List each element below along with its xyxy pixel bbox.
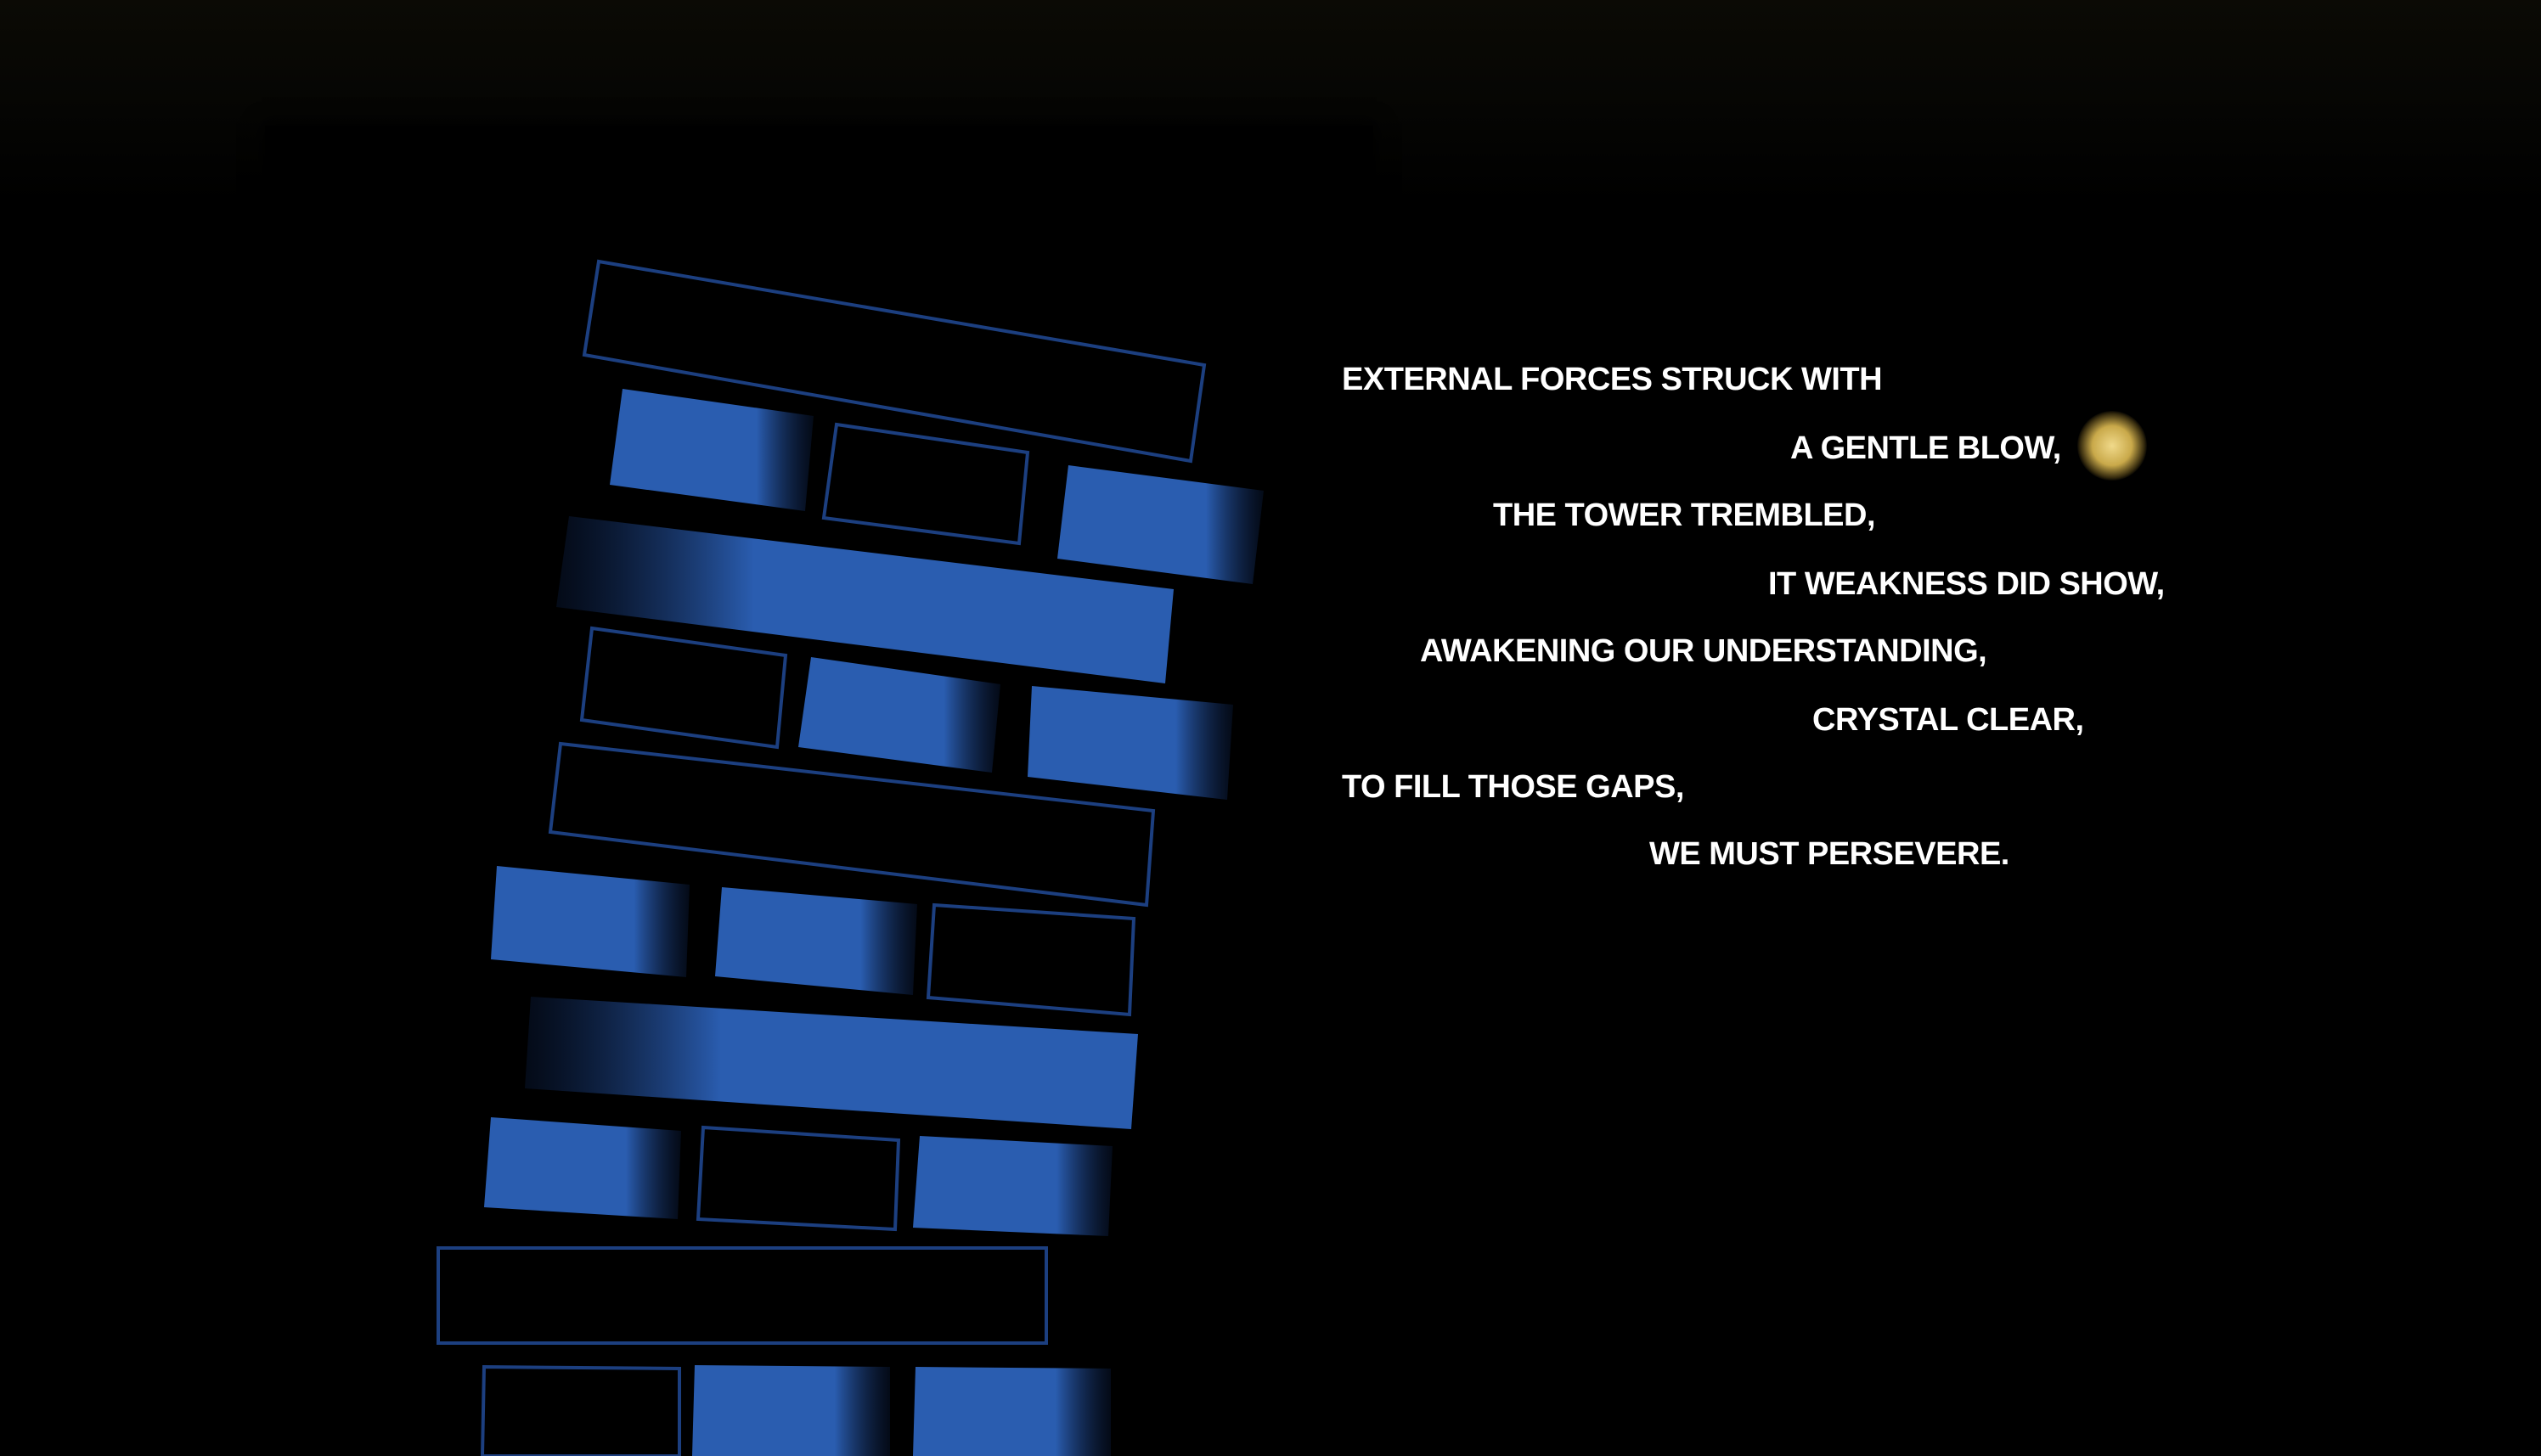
poem: EXTERNAL FORCES STRUCK WITH A GENTLE BLO…	[0, 0, 2541, 1456]
poem-line-3: THE TOWER TREMBLED,	[1493, 498, 1876, 533]
poem-line-1: EXTERNAL FORCES STRUCK WITH	[1342, 362, 1883, 397]
poem-line-7: TO FILL THOSE GAPS,	[1342, 769, 1684, 805]
poem-line-5: AWAKENING OUR UNDERSTANDING,	[1420, 633, 1987, 669]
glowing-orb	[2077, 411, 2147, 481]
poem-line-4: IT WEAKNESS DID SHOW,	[1768, 566, 2165, 602]
poem-line-2: A GENTLE BLOW,	[1790, 430, 2061, 466]
poem-line-6: CRYSTAL CLEAR,	[1812, 702, 2084, 738]
poem-line-8: WE MUST PERSEVERE.	[1649, 836, 2009, 872]
